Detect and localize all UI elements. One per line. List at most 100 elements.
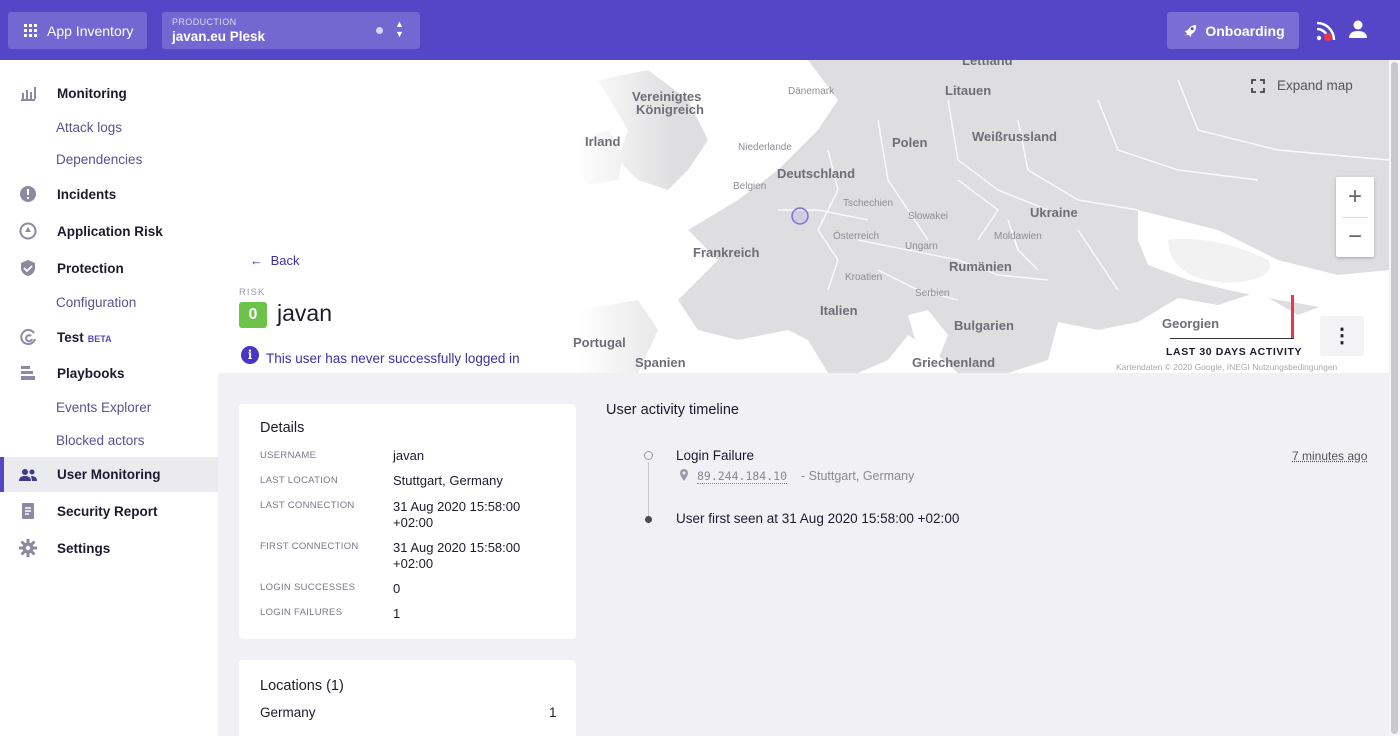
back-label: Back [270,253,300,268]
map-label: Königreich [636,102,704,117]
detail-label: LOGIN FAILURES [260,607,343,618]
detail-label: LAST LOCATION [260,475,338,486]
timeline-dot [644,451,653,460]
more-options-button[interactable]: ⋮ [1320,316,1364,356]
environment-selector[interactable]: PRODUCTION javan.eu Plesk ▲ ▼ [162,12,420,49]
top-bar: App Inventory PRODUCTION javan.eu Plesk … [0,0,1400,60]
alert-circle-icon [20,186,36,202]
detail-label: LOGIN SUCCESSES [260,582,356,593]
page-title: javan [277,300,332,326]
detail-value: Stuttgart, Germany [393,473,503,488]
map-label: Spanien [635,355,686,370]
risk-label: RISK [239,287,266,298]
map-label: Georgien [1162,316,1220,331]
detail-label: USERNAME [260,450,317,461]
map-label: Kroatien [845,272,883,283]
sidebar-item-configuration[interactable]: Configuration [0,291,218,313]
details-title: Details [260,420,305,436]
location-country: Germany [260,705,316,720]
map-label: Belgien [733,181,767,192]
map-label: Dänemark [788,86,835,97]
sidebar-item-label: Attack logs [56,119,123,135]
activity-baseline [1170,338,1294,339]
scrollbar-thumb[interactable] [1391,62,1398,734]
sidebar-item-monitoring[interactable]: Monitoring [0,80,218,106]
map-label: Slowakei [908,211,949,222]
users-icon [19,468,37,481]
user-map-panel: Lettland Dänemark Litauen Vereinigtes Kö… [218,60,1389,373]
sidebar-item-events-explorer[interactable]: Events Explorer [0,396,218,418]
bar-chart-icon [21,87,36,101]
environment-value: javan.eu Plesk [172,29,266,44]
app-inventory-button[interactable]: App Inventory [8,12,147,49]
detail-label: FIRST CONNECTION [260,541,359,552]
sidebar-item-blocked-actors[interactable]: Blocked actors [0,429,218,451]
login-info-notice: i This user has never successfully logge… [241,343,520,366]
timeline-event-title: User first seen at 31 Aug 2020 15:58:00 … [676,511,960,526]
expand-map-button[interactable]: Expand map [1251,78,1353,93]
sidebar-item-label: Monitoring [57,85,127,101]
zoom-out-button[interactable]: − [1336,217,1374,257]
map-label: Moldawien [994,231,1042,242]
report-icon [22,503,34,519]
risk-gauge-icon [19,222,37,240]
location-marker[interactable] [791,207,809,225]
sidebar-item-test-label: Test BETA [57,330,112,345]
map-label: Serbien [915,288,950,299]
ip-address-link[interactable]: 89.244.184.10 [697,469,788,484]
timeline-dot [645,516,652,523]
sidebar-item-playbooks[interactable]: Playbooks [0,360,218,386]
map-pin-icon [680,469,688,481]
rss-feed-icon[interactable] [1315,20,1337,42]
sidebar-item-test[interactable]: Test BETA [0,324,218,350]
detail-value: javan [393,448,425,463]
kebab-icon: ⋮ [1332,325,1352,347]
rocket-icon [1184,24,1197,37]
arrow-left-icon: ← [250,253,263,268]
map-attribution: Kartendaten © 2020 Google, INEGI Nutzung… [1116,362,1338,372]
sidebar-item-label: Events Explorer [56,399,152,415]
locations-card: Locations (1) Germany 1 [239,660,576,736]
map-label: Rumänien [949,259,1012,274]
map-label: Griechenland [912,355,996,370]
detail-value: 0 [393,581,401,596]
sidebar-item-label: Configuration [56,294,137,310]
map-label: Deutschland [777,166,856,181]
sidebar-item-attack-logs[interactable]: Attack logs [0,116,218,138]
sidebar-item-label: Test [57,329,84,345]
sidebar-item-protection[interactable]: Protection [0,255,218,281]
timeline-event-title: Login Failure [676,448,755,463]
activity-label: LAST 30 DAYS ACTIVITY [1166,346,1303,358]
activity-bar [1291,295,1294,338]
back-link[interactable]: ← Back [250,253,300,268]
detail-value: +02:00 [393,515,434,530]
map-label: Polen [892,135,928,150]
detail-value: 31 Aug 2020 15:58:00 [393,540,521,555]
zoom-in-button[interactable]: + [1336,177,1374,217]
map-label: Weißrussland [972,129,1058,144]
shield-icon [21,260,35,276]
map-label: Lettland [962,60,1013,68]
sidebar-item-settings[interactable]: Settings [0,535,218,561]
map-label: Italien [820,303,858,318]
sidebar-item-label: Blocked actors [56,432,145,448]
sidebar-item-incidents[interactable]: Incidents [0,181,218,207]
onboarding-button[interactable]: Onboarding [1167,12,1299,49]
app-inventory-label: App Inventory [47,22,134,39]
timeline-event-time[interactable]: 7 minutes ago [1292,449,1367,463]
user-account-icon[interactable] [1348,19,1368,39]
sidebar-item-label: User Monitoring [57,467,161,482]
sidebar-item-application-risk[interactable]: Application Risk [0,218,218,244]
map-label: Ungarn [905,241,938,252]
map-label: Österreich [833,231,880,242]
sidebar-item-security-report[interactable]: Security Report [0,498,218,524]
environment-label: PRODUCTION [172,17,237,27]
timeline-connector [648,462,649,517]
sidebar-item-label: Security Report [57,503,158,519]
sidebar-item-dependencies[interactable]: Dependencies [0,148,218,170]
environment-status-dot [376,27,383,34]
location-count: 1 [549,705,557,720]
onboarding-label: Onboarding [1205,22,1285,39]
sidebar-item-user-monitoring[interactable]: User Monitoring [0,457,218,492]
detail-label: LAST CONNECTION [260,500,355,511]
